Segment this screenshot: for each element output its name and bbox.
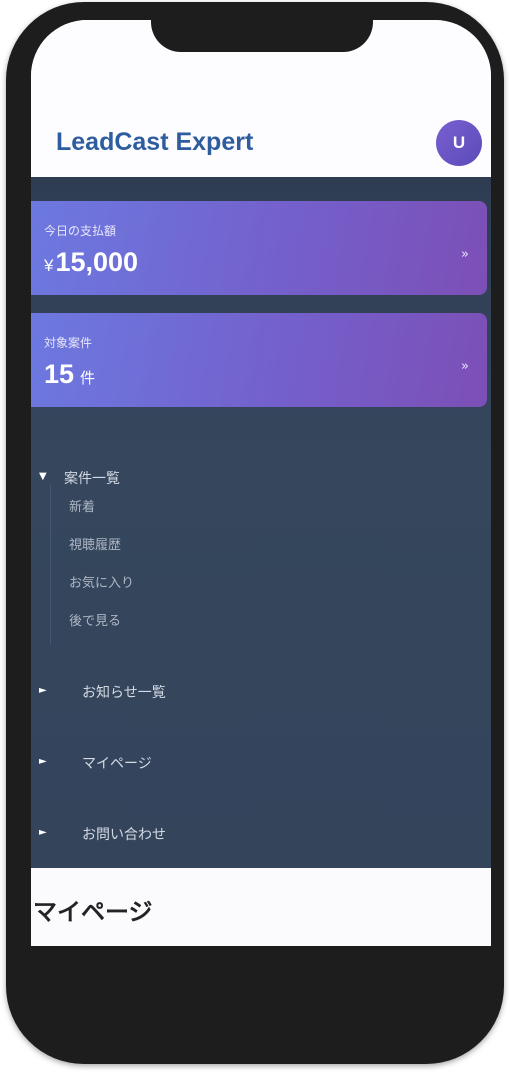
caret-right-icon: ► xyxy=(39,827,47,838)
caret-right-icon: ► xyxy=(39,685,47,696)
today-payment-label: 今日の支払額 xyxy=(44,224,117,238)
sub-item-watch-later[interactable]: 後で見る xyxy=(69,610,121,629)
case-sub-list: 新着 視聴履歴 お気に入り 後で見る xyxy=(50,485,351,645)
nav-notices-label: お知らせ一覧 xyxy=(82,685,166,701)
sub-item-new[interactable]: 新着 xyxy=(69,496,95,515)
target-cases-card[interactable]: 対象案件 15 件 » xyxy=(31,313,487,407)
cases-unit: 件 xyxy=(80,370,96,387)
navigation-drawer: 今日の支払額 ¥ 15,000 » 対象案件 15 件 » ▼ 案件一覧 新着 … xyxy=(31,177,491,868)
sub-item-favorites[interactable]: お気に入り xyxy=(69,572,134,591)
user-avatar[interactable]: U xyxy=(436,120,482,166)
phone-frame: LeadCast Expert U 今日の支払額 ¥ 15,000 » 対象案件… xyxy=(6,2,504,1064)
phone-notch xyxy=(151,4,373,52)
page-title: マイページ xyxy=(33,898,153,926)
double-chevron-right-icon: » xyxy=(461,359,469,374)
payment-amount: 15,000 xyxy=(55,247,139,277)
nav-contact-label: お問い合わせ xyxy=(82,827,166,843)
page-content: マイページ xyxy=(31,868,491,946)
nav-mypage[interactable]: ► マイページ xyxy=(31,748,491,778)
nav-contact[interactable]: ► お問い合わせ xyxy=(31,819,491,849)
double-chevron-right-icon: » xyxy=(461,247,469,262)
currency-symbol: ¥ xyxy=(44,256,54,275)
sub-item-history[interactable]: 視聴履歴 xyxy=(69,534,121,553)
target-cases-value: 15 件 xyxy=(44,359,95,390)
app-title[interactable]: LeadCast Expert xyxy=(56,128,253,157)
nav-mypage-label: マイページ xyxy=(82,756,152,772)
caret-right-icon: ► xyxy=(39,756,47,767)
caret-down-icon: ▼ xyxy=(39,471,47,482)
today-payment-card[interactable]: 今日の支払額 ¥ 15,000 » xyxy=(31,201,487,295)
target-cases-label: 対象案件 xyxy=(44,336,93,350)
nav-notices[interactable]: ► お知らせ一覧 xyxy=(31,677,491,707)
app-screen: LeadCast Expert U 今日の支払額 ¥ 15,000 » 対象案件… xyxy=(31,20,491,946)
today-payment-value: ¥ 15,000 xyxy=(44,247,138,278)
cases-count: 15 xyxy=(44,359,75,389)
